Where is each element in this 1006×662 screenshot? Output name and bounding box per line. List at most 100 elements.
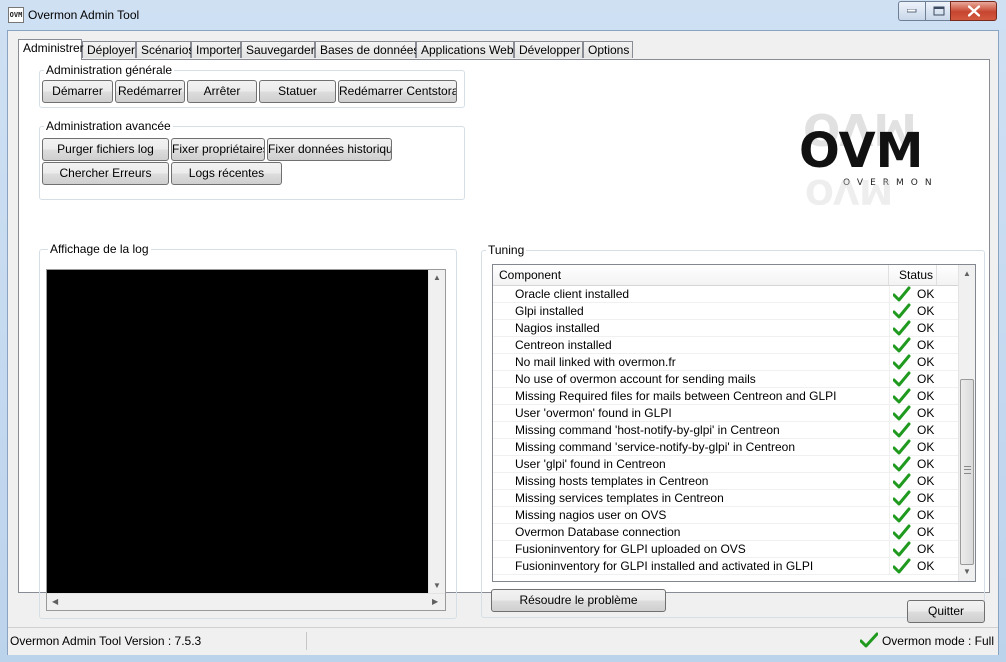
table-row[interactable]: User 'overmon' found in GLPI OK — [493, 405, 959, 422]
table-row[interactable]: Glpi installed OK — [493, 303, 959, 320]
table-row[interactable]: Missing command 'service-notify-by-glpi'… — [493, 439, 959, 456]
component-cell: Missing nagios user on OVS — [515, 507, 890, 523]
statuer-button[interactable]: Statuer — [259, 80, 336, 103]
component-cell: Missing command 'service-notify-by-glpi'… — [515, 439, 890, 455]
status-text: OK — [917, 338, 935, 352]
status-text: OK — [917, 389, 935, 403]
close-button[interactable] — [950, 1, 997, 21]
status-text: OK — [917, 304, 935, 318]
status-text: OK — [917, 542, 935, 556]
log-text-area[interactable] — [47, 270, 428, 594]
table-row[interactable]: User 'glpi' found in Centreon OK — [493, 456, 959, 473]
status-cell: OK — [893, 286, 953, 302]
table-row[interactable]: Missing hosts templates in Centreon OK — [493, 473, 959, 490]
fixer-proprietaires-button[interactable]: Fixer propriétaires — [171, 138, 265, 161]
status-bar: Overmon Admin Tool Version : 7.5.3 Overm… — [8, 627, 998, 655]
table-row[interactable]: Missing Required files for mails between… — [493, 388, 959, 405]
check-icon — [893, 405, 911, 421]
maximize-button[interactable] — [925, 1, 952, 21]
status-cell: OK — [893, 388, 953, 404]
arreter-button[interactable]: Arrêter — [187, 80, 257, 103]
check-icon — [893, 354, 911, 370]
grid-scroll-thumb[interactable] — [960, 379, 974, 565]
table-row[interactable]: No use of overmon account for sending ma… — [493, 371, 959, 388]
status-cell: OK — [893, 320, 953, 336]
mode-label: Overmon mode : Full — [881, 634, 994, 648]
table-row[interactable]: Nagios installed OK — [493, 320, 959, 337]
status-cell: OK — [893, 558, 953, 574]
table-row[interactable]: No mail linked with overmon.fr OK — [493, 354, 959, 371]
tab-options[interactable]: Options — [583, 41, 633, 58]
status-text: OK — [917, 457, 935, 471]
scroll-right-arrow-icon[interactable]: ▶ — [432, 598, 438, 606]
grid-scroll-down-arrow-icon[interactable]: ▼ — [963, 568, 971, 576]
mode-status: Overmon mode : Full — [859, 632, 994, 650]
tab-deployer[interactable]: Déployer — [82, 41, 136, 58]
status-text: OK — [917, 287, 935, 301]
component-cell: Centreon installed — [515, 337, 890, 353]
check-icon — [893, 558, 911, 574]
check-icon — [893, 320, 911, 336]
check-icon — [893, 388, 911, 404]
maximize-icon — [933, 6, 944, 16]
tuning-grid[interactable]: Component Status Oracle client installed… — [492, 264, 976, 582]
logs-recentes-button[interactable]: Logs récentes — [171, 162, 282, 185]
tab-importer[interactable]: Importer — [191, 41, 241, 58]
resoudre-probleme-button[interactable]: Résoudre le problème — [491, 589, 666, 612]
app-icon: OVM — [8, 7, 24, 23]
status-cell: OK — [893, 439, 953, 455]
table-row[interactable]: Fusioninventory for GLPI uploaded on OVS… — [493, 541, 959, 558]
fixer-donnees-historiques-button[interactable]: Fixer données historiques — [267, 138, 392, 161]
application-window: OVM Overmon Admin Tool Administrer Déplo… — [0, 0, 1006, 662]
admin-general-group: Administration générale Démarrer Redémar… — [39, 63, 465, 108]
log-vertical-scrollbar[interactable]: ▲ ▼ — [428, 270, 445, 594]
tab-scenarios[interactable]: Scénarios — [136, 41, 194, 58]
status-cell: OK — [893, 456, 953, 472]
demarrer-button[interactable]: Démarrer — [42, 80, 113, 103]
chercher-erreurs-button[interactable]: Chercher Erreurs — [42, 162, 169, 185]
purger-fichiers-log-button[interactable]: Purger fichiers log — [42, 138, 169, 161]
status-text: OK — [917, 525, 935, 539]
minimize-button[interactable] — [898, 1, 925, 21]
component-cell: Nagios installed — [515, 320, 890, 336]
tab-developper[interactable]: Développer — [514, 41, 583, 58]
quitter-button[interactable]: Quitter — [907, 600, 985, 623]
tab-sauvegarder[interactable]: Sauvegarder — [241, 41, 315, 58]
table-row[interactable]: Oracle client installed OK — [493, 286, 959, 303]
tab-applications-web[interactable]: Applications Web — [416, 41, 514, 58]
table-row[interactable]: Overmon Database connection OK — [493, 524, 959, 541]
log-output[interactable]: ▲ ▼ ◀ ▶ — [46, 269, 446, 611]
table-row[interactable]: Fusioninventory for GLPI installed and a… — [493, 558, 959, 575]
tab-administrer[interactable]: Administrer — [18, 39, 84, 60]
status-text: OK — [917, 440, 935, 454]
tab-panel-administrer: Administration générale Démarrer Redémar… — [18, 59, 990, 619]
component-cell: No mail linked with overmon.fr — [515, 354, 890, 370]
status-text: OK — [917, 321, 935, 335]
column-header-status[interactable]: Status — [889, 265, 937, 285]
close-icon — [967, 5, 980, 17]
redemarrer-button[interactable]: Redémarrer — [115, 80, 185, 103]
redemarrer-centstorage-button[interactable]: Redémarrer Centstorage — [338, 80, 457, 103]
check-icon — [893, 490, 911, 506]
component-cell: Missing hosts templates in Centreon — [515, 473, 890, 489]
scroll-down-arrow-icon[interactable]: ▼ — [433, 582, 441, 590]
title-bar[interactable]: OVM Overmon Admin Tool — [0, 0, 1006, 30]
log-display-legend: Affichage de la log — [48, 242, 151, 256]
scroll-up-arrow-icon[interactable]: ▲ — [433, 274, 441, 282]
tab-bases-de-donnees[interactable]: Bases de données — [315, 41, 419, 58]
overmon-logo: OVM OVM OVERMON OVM — [795, 103, 975, 211]
table-row[interactable]: Missing command 'host-notify-by-glpi' in… — [493, 422, 959, 439]
tuning-group: Tuning Component Status Oracle client in… — [481, 243, 985, 618]
grid-header: Component Status — [493, 265, 959, 286]
grid-vertical-scrollbar[interactable]: ▲ ▼ — [958, 265, 975, 581]
grid-scroll-up-arrow-icon[interactable]: ▲ — [963, 270, 971, 278]
status-text: OK — [917, 372, 935, 386]
status-text: OK — [917, 355, 935, 369]
check-icon — [893, 541, 911, 557]
log-horizontal-scrollbar[interactable]: ◀ ▶ — [47, 593, 445, 610]
scroll-left-arrow-icon[interactable]: ◀ — [52, 598, 58, 606]
table-row[interactable]: Missing nagios user on OVS OK — [493, 507, 959, 524]
table-row[interactable]: Missing services templates in Centreon OK — [493, 490, 959, 507]
column-header-component[interactable]: Component — [493, 265, 889, 285]
table-row[interactable]: Centreon installed OK — [493, 337, 959, 354]
